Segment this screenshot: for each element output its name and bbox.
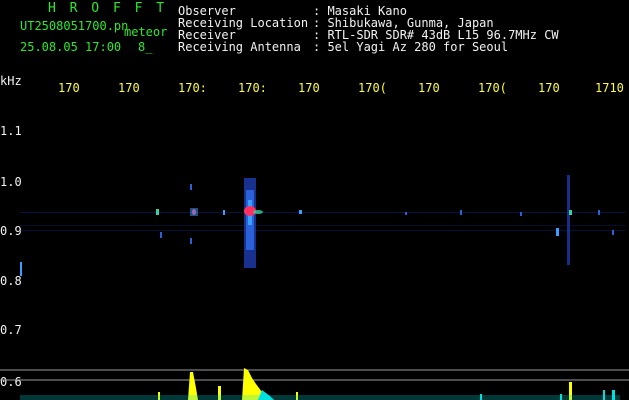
grid-lines <box>0 369 629 381</box>
signal-bars <box>20 368 620 400</box>
echo-speck <box>299 210 302 214</box>
echo-column <box>567 175 570 265</box>
echo-speck <box>405 212 407 215</box>
signal-floor <box>20 395 620 400</box>
echo-speck <box>556 228 559 236</box>
echo-small <box>156 209 159 215</box>
spectrogram <box>0 175 629 400</box>
echo-speck <box>612 230 614 235</box>
noise-line <box>20 230 625 231</box>
noise-line <box>20 212 625 213</box>
echo-speck <box>20 262 22 276</box>
echo-speck <box>460 210 462 215</box>
echo-speck <box>520 212 522 216</box>
echo-small-halo <box>190 208 198 216</box>
echo-speck <box>598 210 600 215</box>
noise-line <box>20 225 625 226</box>
noise-band <box>20 212 625 231</box>
echo-tail <box>253 210 263 214</box>
echo-speck <box>160 232 162 238</box>
echo-speck <box>223 210 225 215</box>
echo-speck <box>190 184 192 190</box>
echo-speck <box>190 238 192 244</box>
echo-small <box>569 210 572 215</box>
